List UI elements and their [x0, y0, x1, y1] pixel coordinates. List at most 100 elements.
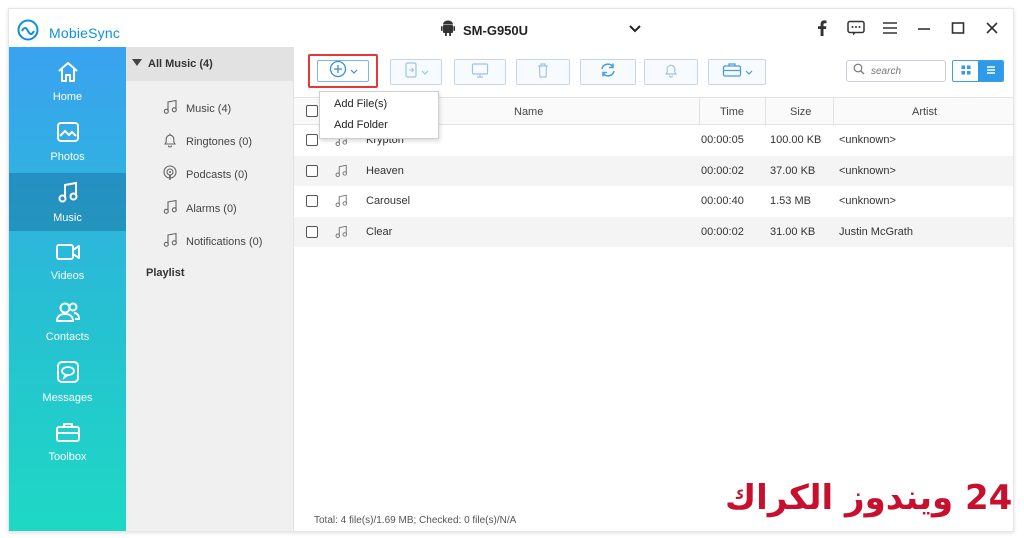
column-header-artist[interactable]: Artist: [912, 106, 937, 118]
toolbar: [294, 47, 1013, 97]
add-dropdown-menu: Add File(s) Add Folder: [319, 91, 439, 139]
column-separator: [833, 98, 834, 126]
playlist-section[interactable]: Playlist: [146, 267, 185, 279]
ringtone-maker-button[interactable]: [644, 59, 698, 85]
music-icon: [56, 180, 80, 209]
sidebar-item-videos[interactable]: Videos: [9, 233, 126, 291]
column-separator: [699, 98, 700, 126]
column-header-size[interactable]: Size: [790, 106, 811, 118]
table-row[interactable]: Carousel 00:00:40 1.53 MB <unknown>: [294, 186, 1013, 217]
music-note-icon: [334, 164, 348, 181]
category-all-music[interactable]: All Music (4): [126, 47, 294, 81]
caret-down-icon: [132, 58, 142, 70]
toolbox-icon: [722, 62, 742, 83]
row-checkbox[interactable]: [306, 134, 318, 146]
cell-time: 00:00:02: [701, 164, 744, 177]
feedback-icon[interactable]: [847, 19, 865, 37]
list-icon: [986, 62, 996, 80]
cell-size: 1.53 MB: [770, 195, 811, 207]
grid-icon: [961, 62, 971, 80]
column-header-time[interactable]: Time: [720, 106, 744, 118]
export-to-pc-button[interactable]: [454, 59, 506, 85]
app-name: MobieSync: [49, 24, 121, 41]
toolbox-button[interactable]: [708, 59, 766, 85]
category-label: Podcasts (0): [186, 168, 248, 181]
column-header-name[interactable]: Name: [514, 106, 543, 118]
status-bar: Total: 4 file(s)/1.69 MB; Checked: 0 fil…: [314, 515, 517, 526]
minimize-icon[interactable]: [915, 19, 933, 37]
chevron-down-icon[interactable]: [629, 21, 641, 39]
music-note-icon: [162, 99, 178, 118]
music-note-icon: [162, 232, 178, 251]
menu-item-add-files[interactable]: Add File(s): [334, 98, 387, 110]
category-item-alarms[interactable]: Alarms (0): [162, 199, 237, 218]
category-item-podcasts[interactable]: Podcasts (0): [162, 165, 248, 184]
podcast-icon: [162, 165, 178, 184]
category-panel: All Music (4) Music (4) Ringtones (0) Po…: [126, 47, 294, 531]
device-name: SM-G950U: [463, 23, 529, 38]
delete-button[interactable]: [516, 59, 570, 85]
cell-artist: <unknown>: [839, 134, 896, 146]
list-view-button[interactable]: [978, 61, 1003, 81]
cell-name: Heaven: [366, 164, 404, 177]
search-box[interactable]: [846, 60, 946, 82]
cell-size: 37.00 KB: [770, 164, 816, 177]
home-icon: [56, 61, 80, 88]
refresh-button[interactable]: [580, 59, 636, 85]
add-button[interactable]: [308, 54, 378, 88]
category-item-notifications[interactable]: Notifications (0): [162, 232, 262, 251]
table-row[interactable]: Heaven 00:00:02 37.00 KB <unknown>: [294, 155, 1013, 186]
sidebar-item-music[interactable]: Music: [9, 173, 126, 231]
menu-icon[interactable]: [881, 19, 899, 37]
sidebar-item-photos[interactable]: Photos: [9, 113, 126, 171]
chevron-down-icon: [745, 63, 753, 81]
category-item-music[interactable]: Music (4): [162, 99, 231, 118]
app-brand: MobieSync: [15, 19, 120, 46]
sidebar-item-label: Messages: [42, 392, 93, 404]
cell-time: 00:00:40: [701, 195, 744, 207]
trash-icon: [536, 62, 550, 83]
photos-icon: [56, 121, 80, 148]
refresh-icon: [599, 61, 617, 84]
music-note-icon: [334, 225, 348, 242]
toolbox-icon: [55, 421, 81, 448]
bell-icon: [162, 132, 178, 151]
row-checkbox[interactable]: [306, 195, 318, 207]
videos-icon: [55, 242, 81, 267]
sidebar-item-label: Toolbox: [48, 451, 87, 463]
sidebar-item-contacts[interactable]: Contacts: [9, 293, 126, 351]
sidebar-item-home[interactable]: Home: [9, 53, 126, 111]
chevron-down-icon: [350, 62, 358, 80]
device-selector[interactable]: SM-G950U: [441, 20, 528, 41]
add-circle-icon: [329, 60, 347, 83]
cell-artist: <unknown>: [839, 164, 896, 177]
search-icon: [853, 62, 865, 80]
app-window: MobieSync SM-G950U Home Photos Music Vid…: [8, 8, 1014, 532]
table-row[interactable]: Clear 00:00:02 31.00 KB Justin McGrath: [294, 216, 1013, 247]
category-label: Music (4): [186, 102, 232, 115]
row-checkbox[interactable]: [306, 164, 318, 177]
sidebar-item-toolbox[interactable]: Toolbox: [9, 413, 126, 471]
messages-icon: [56, 360, 80, 389]
cell-time: 00:00:05: [701, 134, 744, 146]
close-icon[interactable]: [983, 19, 1001, 37]
category-item-ringtones[interactable]: Ringtones (0): [162, 132, 252, 151]
export-to-device-button[interactable]: [390, 59, 442, 85]
maximize-icon[interactable]: [949, 19, 967, 37]
music-note-icon: [334, 194, 348, 211]
row-checkbox[interactable]: [306, 225, 318, 238]
sidebar-item-messages[interactable]: Messages: [9, 353, 126, 411]
sidebar-item-label: Photos: [50, 151, 85, 163]
facebook-icon[interactable]: [813, 19, 831, 37]
menu-item-add-folder[interactable]: Add Folder: [334, 119, 388, 131]
search-input[interactable]: [871, 65, 937, 77]
column-separator: [765, 98, 766, 126]
cell-time: 00:00:02: [701, 225, 744, 238]
monitor-icon: [471, 62, 489, 83]
cell-size: 31.00 KB: [770, 225, 816, 238]
select-all-checkbox[interactable]: [306, 105, 318, 117]
grid-view-button[interactable]: [953, 61, 978, 81]
sidebar-item-label: Home: [52, 91, 83, 103]
window-controls: [813, 19, 1001, 37]
view-toggle: [952, 60, 1004, 82]
